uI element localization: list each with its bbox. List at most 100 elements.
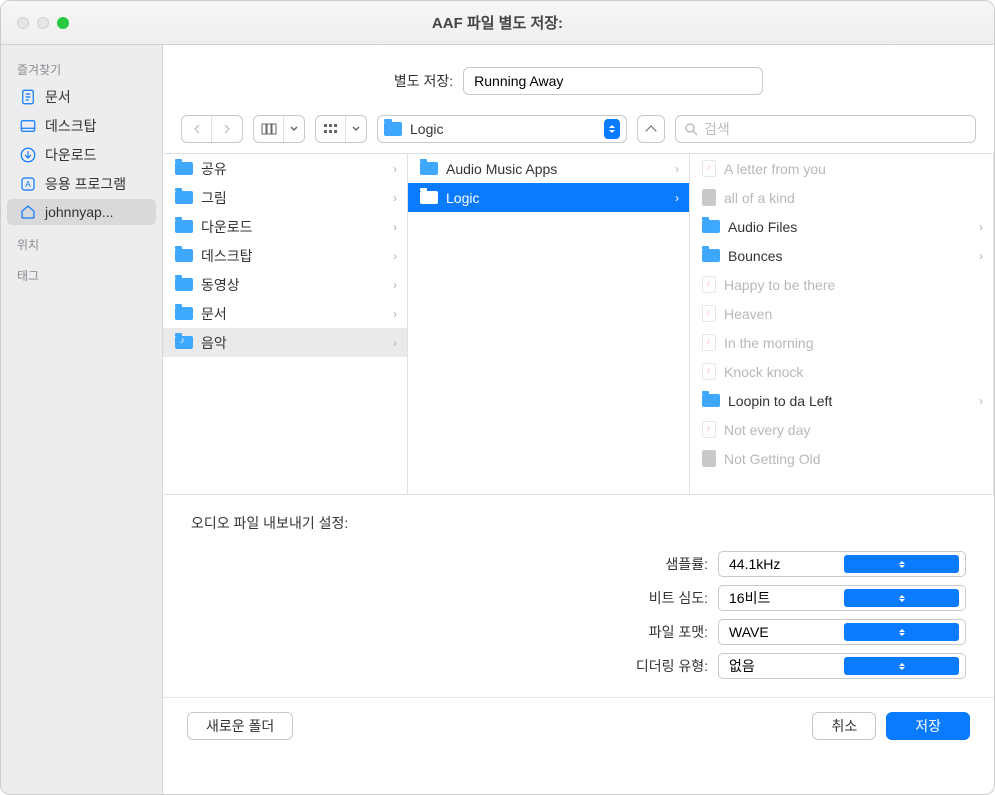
- columns-icon: [254, 116, 284, 142]
- audio-file-icon: [702, 160, 716, 177]
- dialog-footer: 새로운 폴더 취소 저장: [163, 697, 994, 758]
- chevron-down-icon: [284, 116, 304, 142]
- chevron-right-icon: ›: [393, 191, 397, 205]
- folder-icon: [175, 307, 193, 320]
- sidebar-item-desktop[interactable]: 데스크탑: [7, 112, 156, 140]
- audio-file-icon: [702, 363, 716, 380]
- save-as-input[interactable]: [463, 67, 763, 95]
- list-item[interactable]: 공유›: [163, 154, 407, 183]
- back-button[interactable]: [182, 116, 212, 142]
- list-item[interactable]: all of a kind: [690, 183, 993, 212]
- list-item[interactable]: Not every day: [690, 415, 993, 444]
- list-item[interactable]: Audio Files ›: [690, 212, 993, 241]
- folder-icon: [175, 191, 193, 204]
- music-folder-icon: [175, 336, 193, 349]
- folder-icon: [175, 220, 193, 233]
- audio-file-icon: [702, 276, 716, 293]
- dropdown-value: 44.1kHz: [729, 556, 844, 572]
- list-item[interactable]: 동영상›: [163, 270, 407, 299]
- forward-button[interactable]: [212, 116, 242, 142]
- audio-file-icon: [702, 305, 716, 322]
- save-button[interactable]: 저장: [886, 712, 970, 740]
- bitdepth-dropdown[interactable]: 16비트: [718, 585, 966, 611]
- browser-column-2[interactable]: Audio Music Apps› Logic ›: [408, 154, 690, 494]
- folder-icon: [702, 220, 720, 233]
- list-item[interactable]: Heaven: [690, 299, 993, 328]
- list-item[interactable]: 다운로드›: [163, 212, 407, 241]
- cancel-button[interactable]: 취소: [812, 712, 876, 740]
- dialog-body: 즐겨찾기 문서 데스크탑 다운로드: [1, 45, 994, 794]
- search-box[interactable]: [675, 115, 976, 143]
- list-item-label: 동영상: [201, 275, 240, 295]
- chevron-right-icon: ›: [675, 191, 679, 205]
- folder-icon: [175, 249, 193, 262]
- export-settings: 오디오 파일 내보내기 설정: 샘플률: 44.1kHz 비트 심도: 16비트: [163, 495, 994, 697]
- search-input[interactable]: [704, 121, 967, 137]
- zoom-window-button[interactable]: [57, 17, 69, 29]
- list-item-label: Audio Music Apps: [446, 161, 557, 177]
- list-item[interactable]: Logic ›: [408, 183, 689, 212]
- list-item-label: 데스크탑: [201, 246, 253, 266]
- sidebar-item-home[interactable]: johnnyap...: [7, 199, 156, 225]
- dropdown-arrows-icon: [844, 555, 959, 573]
- minimize-window-button[interactable]: [37, 17, 49, 29]
- list-item-label: Not every day: [724, 422, 810, 438]
- chevron-up-icon: [645, 125, 656, 136]
- chevron-right-icon: ›: [393, 249, 397, 263]
- samplerate-dropdown[interactable]: 44.1kHz: [718, 551, 966, 577]
- sidebar: 즐겨찾기 문서 데스크탑 다운로드: [1, 45, 163, 794]
- group-by-button[interactable]: [315, 115, 367, 143]
- list-item-label: 공유: [201, 159, 227, 179]
- list-item[interactable]: Not Getting Old: [690, 444, 993, 473]
- dropdown-arrows-icon: [844, 623, 959, 641]
- collapse-button[interactable]: [637, 115, 665, 143]
- sidebar-item-documents[interactable]: 문서: [7, 83, 156, 111]
- document-icon: [19, 88, 37, 106]
- sidebar-item-downloads[interactable]: 다운로드: [7, 141, 156, 169]
- browser-column-1[interactable]: 공유›그림›다운로드›데스크탑›동영상›문서›음악›: [163, 154, 408, 494]
- browser-column-3[interactable]: A letter from you all of a kind Audio File…: [690, 154, 994, 494]
- list-item-label: Happy to be there: [724, 277, 835, 293]
- chevron-right-icon: ›: [979, 394, 983, 408]
- list-item[interactable]: Audio Music Apps›: [408, 154, 689, 183]
- setting-row-samplerate: 샘플률: 44.1kHz: [191, 551, 966, 577]
- project-file-icon: [702, 450, 716, 467]
- list-item-label: Heaven: [724, 306, 772, 322]
- list-item[interactable]: A letter from you: [690, 154, 993, 183]
- fileformat-dropdown[interactable]: WAVE: [718, 619, 966, 645]
- setting-row-bitdepth: 비트 심도: 16비트: [191, 585, 966, 611]
- sidebar-item-applications[interactable]: A 응용 프로그램: [7, 170, 156, 198]
- chevron-right-icon: ›: [393, 220, 397, 234]
- list-item[interactable]: 그림›: [163, 183, 407, 212]
- list-item-label: 음악: [201, 333, 227, 353]
- list-item[interactable]: Knock knock: [690, 357, 993, 386]
- chevron-right-icon: ›: [979, 220, 983, 234]
- new-folder-button[interactable]: 새로운 폴더: [187, 712, 293, 740]
- folder-icon: [702, 249, 720, 262]
- list-item[interactable]: Bounces›: [690, 241, 993, 270]
- traffic-lights: [1, 17, 69, 29]
- list-item[interactable]: 문서›: [163, 299, 407, 328]
- nav-buttons: [181, 115, 243, 143]
- list-item[interactable]: 데스크탑 ›: [163, 241, 407, 270]
- sidebar-section-locations: 위치: [1, 226, 162, 257]
- list-item-label: all of a kind: [724, 190, 795, 206]
- view-mode-column[interactable]: [253, 115, 305, 143]
- list-item[interactable]: Loopin to da Left›: [690, 386, 993, 415]
- folder-icon: [175, 278, 193, 291]
- list-item[interactable]: 음악›: [163, 328, 407, 357]
- dithering-dropdown[interactable]: 없음: [718, 653, 966, 679]
- list-item[interactable]: Happy to be there: [690, 270, 993, 299]
- list-item[interactable]: In the morning: [690, 328, 993, 357]
- list-item-label: A letter from you: [724, 161, 826, 177]
- settings-title: 오디오 파일 내보내기 설정:: [191, 513, 966, 533]
- sidebar-item-label: johnnyap...: [45, 204, 114, 220]
- list-item-label: Audio Files: [728, 219, 797, 235]
- list-item-label: Logic: [446, 190, 479, 206]
- dropdown-arrows-icon: [844, 657, 959, 675]
- close-window-button[interactable]: [17, 17, 29, 29]
- audio-file-icon: [702, 421, 716, 438]
- path-label: Logic: [410, 121, 604, 137]
- path-dropdown[interactable]: Logic: [377, 115, 627, 143]
- save-dialog-window: AAF 파일 별도 저장: 즐겨찾기 문서 데스크탑 다운로드: [0, 0, 995, 795]
